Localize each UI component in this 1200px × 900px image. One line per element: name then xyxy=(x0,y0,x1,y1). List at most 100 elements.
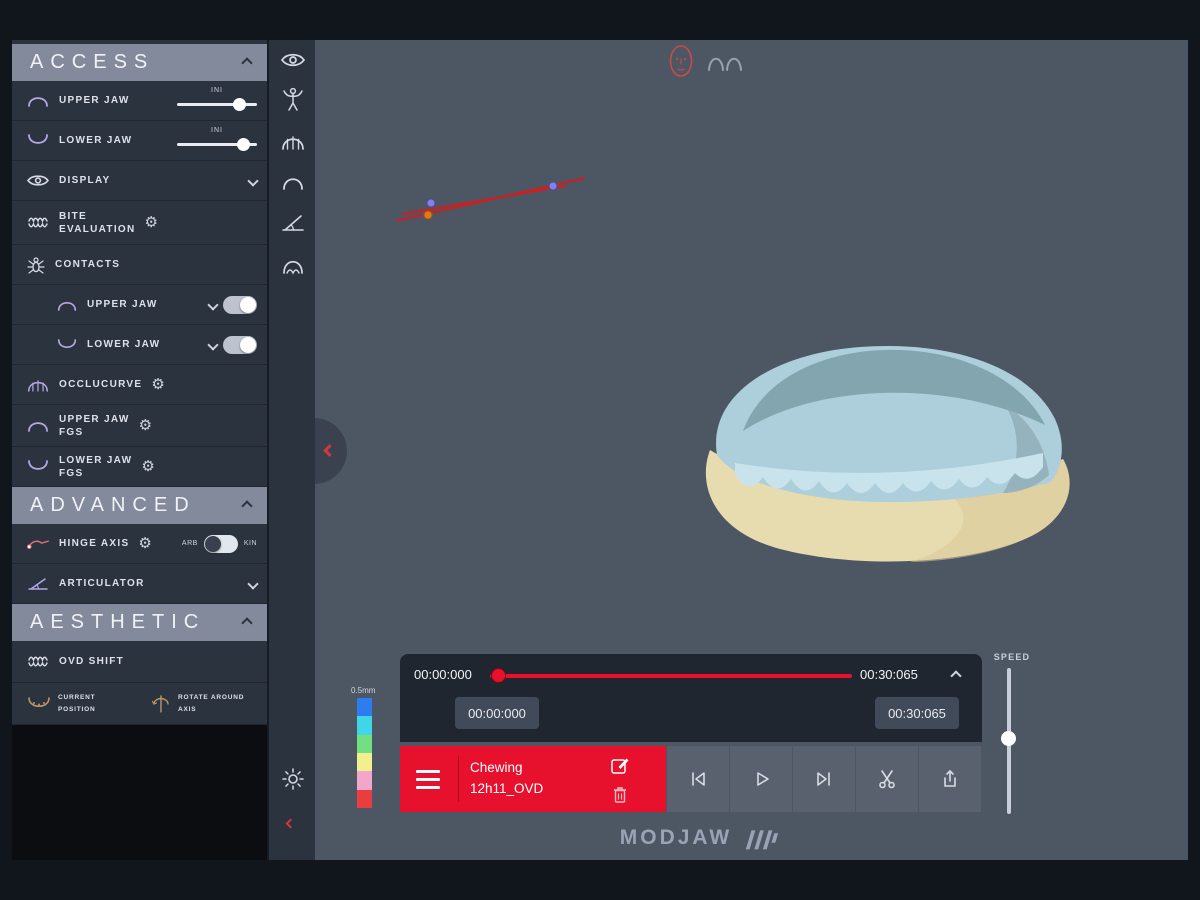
collapse-icon xyxy=(241,617,252,628)
upper-jaw-slider[interactable]: INI xyxy=(177,89,257,113)
upper-arch-icon xyxy=(56,298,78,312)
toggle-label-right: KIN xyxy=(244,540,257,547)
contacts-upper-toggle[interactable] xyxy=(223,296,257,314)
start-marker-value: 00:00:000 xyxy=(468,706,526,721)
export-share-button[interactable] xyxy=(919,746,981,812)
slider-thumb[interactable] xyxy=(237,138,250,151)
collapse-left-red-icon[interactable] xyxy=(286,819,296,829)
lower-arch-icon xyxy=(26,133,50,148)
timeline-playhead[interactable] xyxy=(491,668,506,683)
section-header-advanced[interactable]: ADVANCED xyxy=(12,487,267,524)
step-forward-button[interactable] xyxy=(793,746,855,812)
gear-icon[interactable]: ⚙ xyxy=(141,459,154,474)
slider-thumb[interactable] xyxy=(233,98,246,111)
head-view-icon[interactable] xyxy=(668,44,694,78)
section-header-aesthetic[interactable]: AESTHETIC xyxy=(12,604,267,641)
rotate-around-axis-button[interactable]: ROTATE AROUND AXIS xyxy=(150,693,244,713)
sidebar-item-contacts-upper-jaw[interactable]: UPPER JAW xyxy=(12,285,267,325)
viewport-3d[interactable]: 00:00:000 00:30:065 00:00:000 00:30:065 … xyxy=(315,40,1188,860)
occlucurve-icon xyxy=(26,376,50,393)
divider xyxy=(458,756,459,802)
teeth-arch-icon[interactable] xyxy=(280,252,306,278)
occlusal-curve-icon[interactable] xyxy=(280,129,306,155)
slider-tag: INI xyxy=(211,87,223,94)
item-label: OCCLUCURVE xyxy=(59,379,142,390)
eye-icon xyxy=(26,173,50,188)
contacts-lower-toggle[interactable] xyxy=(223,336,257,354)
scale-segment xyxy=(357,698,372,716)
item-label: LOWER JAW xyxy=(87,339,160,350)
clip-info-block: Chewing 12h11_OVD xyxy=(400,746,666,812)
section-title-access: ACCESS xyxy=(30,51,154,74)
clip-title-line1: Chewing xyxy=(470,758,543,779)
visibility-eye-icon[interactable] xyxy=(280,47,306,73)
speed-slider-thumb[interactable] xyxy=(1001,731,1016,746)
sidebar-item-ovd-shift[interactable]: OVD SHIFT xyxy=(12,641,267,683)
sidebar-item-display[interactable]: DISPLAY xyxy=(12,161,267,201)
gear-icon[interactable]: ⚙ xyxy=(151,377,164,392)
sidebar-item-upper-jaw-fgs[interactable]: UPPER JAW FGS ⚙ xyxy=(12,405,267,447)
articulator-icon xyxy=(26,576,50,591)
condyle-arches-icon[interactable] xyxy=(706,49,746,75)
section-title-advanced: ADVANCED xyxy=(30,494,196,517)
sidebar-item-lower-jaw-fgs[interactable]: LOWER JAW FGS ⚙ xyxy=(12,447,267,487)
cut-clip-button[interactable] xyxy=(856,746,918,812)
sidebar-item-lower-jaw[interactable]: LOWER JAW INI xyxy=(12,121,267,161)
scale-segment xyxy=(357,771,372,789)
rotate-around-axis-icon xyxy=(150,694,172,714)
item-label: UPPER JAW xyxy=(87,299,158,310)
angle-icon[interactable] xyxy=(280,209,306,235)
motion-trace xyxy=(390,170,600,230)
body-posture-icon[interactable] xyxy=(280,87,306,113)
timeline-collapse-icon[interactable] xyxy=(950,670,961,681)
brightness-icon[interactable] xyxy=(280,766,306,792)
arch-icon[interactable] xyxy=(280,169,306,195)
item-label: UPPER JAW xyxy=(59,95,130,106)
clip-menu-button[interactable] xyxy=(416,770,440,789)
play-button[interactable] xyxy=(730,746,792,812)
item-label-line2: EVALUATION xyxy=(59,224,136,235)
sidebar-item-contacts[interactable]: CONTACTS xyxy=(12,245,267,285)
sidebar-item-occlucurve[interactable]: OCCLUCURVE ⚙ xyxy=(12,365,267,405)
item-label: ARTICULATOR xyxy=(59,578,145,589)
gear-icon[interactable]: ⚙ xyxy=(145,215,158,230)
lower-arch-icon xyxy=(56,338,78,352)
slider-tag: INI xyxy=(211,127,223,134)
hinge-axis-toggle[interactable] xyxy=(204,535,238,553)
sidebar-item-upper-jaw[interactable]: UPPER JAW INI xyxy=(12,81,267,121)
chevron-down-icon[interactable] xyxy=(247,578,258,589)
edit-clip-icon[interactable] xyxy=(610,756,630,776)
current-position-button[interactable]: CURRENT POSITION xyxy=(26,693,144,713)
chevron-down-icon[interactable] xyxy=(207,299,218,310)
toggle-knob xyxy=(240,297,256,313)
section-header-access[interactable]: ACCESS xyxy=(12,44,267,81)
item-label: HINGE AXIS xyxy=(59,538,129,549)
clip-title: Chewing 12h11_OVD xyxy=(470,758,543,800)
sidebar-item-bite-evaluation[interactable]: BITE EVALUATION ⚙ xyxy=(12,201,267,245)
toggle-knob xyxy=(205,536,221,552)
step-backward-button[interactable] xyxy=(667,746,729,812)
start-marker-box[interactable]: 00:00:000 xyxy=(455,697,539,729)
brand-logo-text: MODJAW xyxy=(620,826,733,850)
gear-icon[interactable]: ⚙ xyxy=(139,418,152,433)
end-marker-box[interactable]: 00:30:065 xyxy=(875,697,959,729)
lower-jaw-slider[interactable]: INI xyxy=(177,129,257,153)
item-label-line1: UPPER JAW xyxy=(59,414,130,425)
gear-icon[interactable]: ⚙ xyxy=(138,536,151,551)
jaw-3d-model[interactable] xyxy=(685,335,1085,580)
timeline-start-time: 00:00:000 xyxy=(414,667,472,682)
timeline-track[interactable] xyxy=(490,674,852,678)
section-title-aesthetic: AESTHETIC xyxy=(30,611,205,634)
chevron-down-icon[interactable] xyxy=(247,175,258,186)
timeline-end-time: 00:30:065 xyxy=(860,667,918,682)
toggle-label-left: ARB xyxy=(182,540,198,547)
chevron-down-icon[interactable] xyxy=(207,339,218,350)
sidebar-item-articulator[interactable]: ARTICULATOR xyxy=(12,564,267,604)
item-label-line2: FGS xyxy=(59,468,132,479)
delete-clip-icon[interactable] xyxy=(612,786,628,804)
brand-logo-mark-icon xyxy=(742,826,780,850)
sidebar-item-hinge-axis[interactable]: HINGE AXIS ⚙ ARB KIN xyxy=(12,524,267,564)
lower-arch-icon xyxy=(26,459,50,474)
sidebar-row-aesthetic-tools: CURRENT POSITION ROTATE AROUND AXIS xyxy=(12,683,267,725)
sidebar-item-contacts-lower-jaw[interactable]: LOWER JAW xyxy=(12,325,267,365)
